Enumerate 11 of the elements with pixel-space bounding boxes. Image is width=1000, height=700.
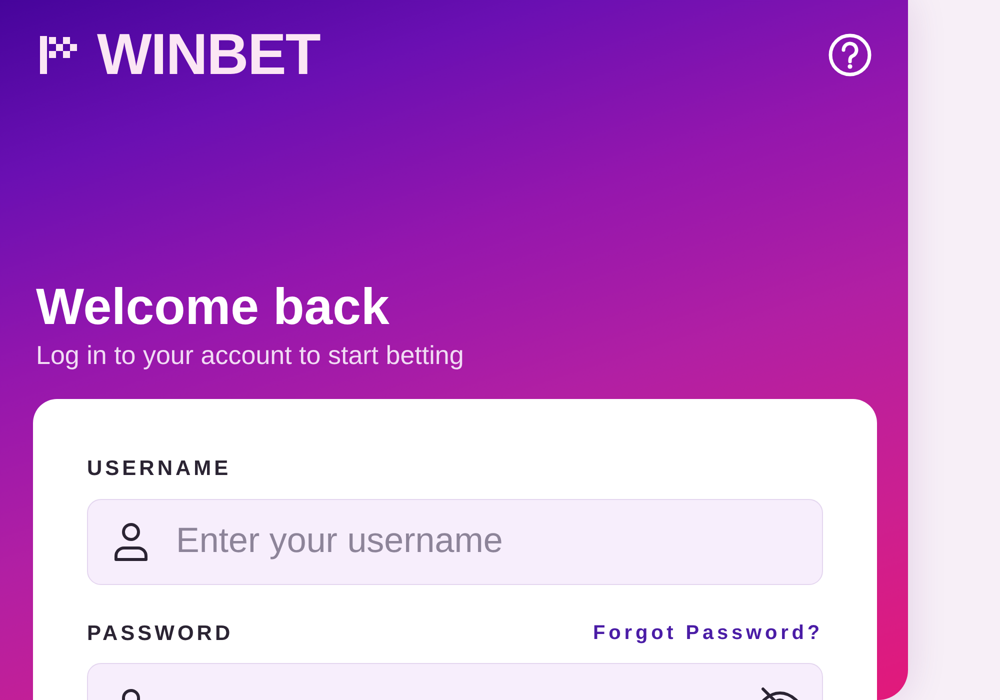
welcome-title: Welcome back (36, 278, 390, 337)
person-icon (113, 522, 149, 562)
brand-name: WINBET (97, 26, 320, 84)
field-label: PASSWORD (87, 620, 234, 647)
username-input[interactable]: Enter your username (176, 515, 804, 568)
welcome-subtitle: Log in to your account to start betting (36, 338, 465, 372)
field-label: USERNAME (87, 456, 232, 482)
checkered-flag-icon (40, 36, 78, 74)
username-field[interactable]: Enter your username (87, 498, 823, 585)
help-icon[interactable] (828, 33, 872, 77)
forgot-password-link[interactable]: Forgot Password? (593, 621, 823, 646)
